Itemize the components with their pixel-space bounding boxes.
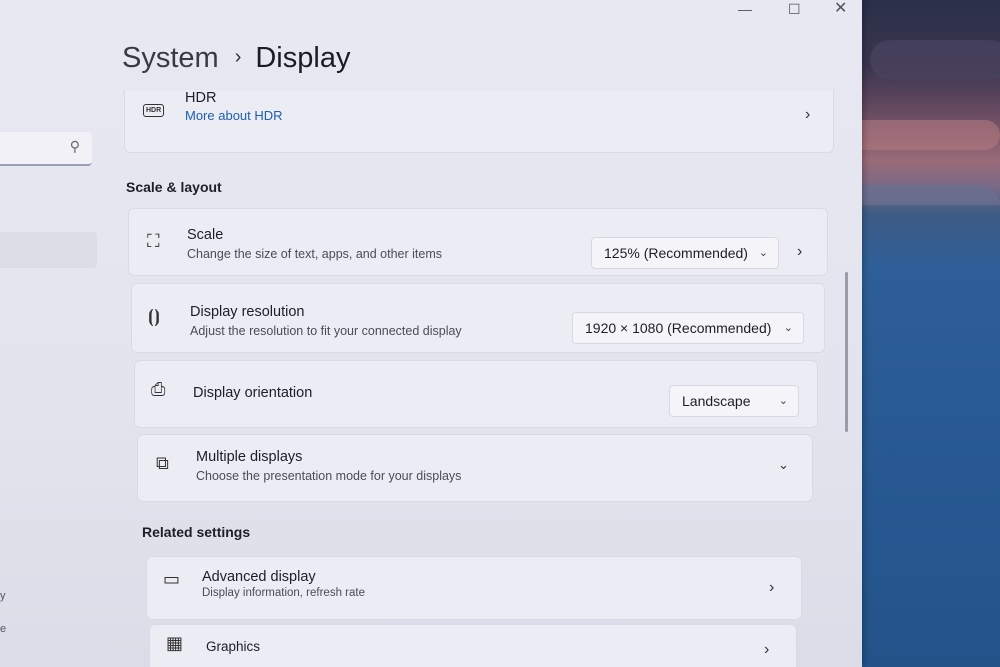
monitor-icon: ▭ [163, 569, 181, 589]
advanced-display-card[interactable]: ▭ Advanced display Display information, … [146, 556, 802, 620]
display-resolution-subtitle: Adjust the resolution to fit your connec… [190, 324, 462, 338]
chevron-down-icon: ⌄ [778, 395, 788, 407]
nav-search-input[interactable]: ⚲ [0, 132, 92, 166]
display-resolution-dropdown[interactable]: 1920 × 1080 (Recommended) ⌄ [572, 312, 804, 344]
scrollbar[interactable] [845, 272, 848, 432]
advanced-display-title: Advanced display [202, 569, 316, 585]
maximize-button[interactable]: ☐ [788, 2, 801, 16]
multiple-displays-card[interactable]: ⧉ Multiple displays Choose the presentat… [137, 434, 813, 502]
section-heading-scale-layout: Scale & layout [126, 179, 222, 195]
desktop-wallpaper [850, 0, 1000, 667]
orientation-icon: ⎙ [151, 379, 166, 399]
chevron-down-icon: ⌄ [758, 247, 768, 259]
hdr-icon: HDR [143, 96, 165, 117]
nav-item-system-selected[interactable] [0, 232, 97, 268]
chevron-right-icon: › [769, 579, 775, 596]
hdr-title: HDR [185, 90, 217, 106]
chevron-right-icon: › [797, 243, 803, 260]
advanced-display-subtitle: Display information, refresh rate [202, 587, 365, 599]
multiple-displays-subtitle: Choose the presentation mode for your di… [196, 469, 462, 483]
scale-title: Scale [187, 227, 224, 243]
scale-dropdown-value: 125% (Recommended) [604, 245, 748, 261]
scale-dropdown[interactable]: 125% (Recommended) ⌄ [591, 237, 779, 269]
display-orientation-dropdown-value: Landscape [682, 393, 751, 409]
chevron-down-icon: ⌄ [783, 322, 793, 334]
minimize-button[interactable]: — [738, 2, 752, 16]
wallpaper-cloud [850, 120, 1000, 150]
breadcrumb-parent[interactable]: System [122, 42, 219, 74]
resolution-icon: ⦗⦘ [148, 306, 160, 326]
multiple-displays-icon: ⧉ [156, 453, 169, 473]
graphics-title: Graphics [206, 639, 261, 654]
section-heading-related-settings: Related settings [142, 524, 251, 540]
search-icon: ⚲ [69, 138, 80, 154]
breadcrumb: System › Display [122, 42, 350, 75]
display-orientation-dropdown[interactable]: Landscape ⌄ [669, 385, 799, 417]
chevron-down-icon[interactable]: ⌄ [778, 457, 789, 473]
display-orientation-title: Display orientation [193, 385, 313, 401]
breadcrumb-separator: › [234, 46, 242, 68]
display-resolution-dropdown-value: 1920 × 1080 (Recommended) [585, 320, 772, 336]
display-resolution-title: Display resolution [190, 304, 305, 320]
scale-card[interactable]: ⛶ Scale Change the size of text, apps, a… [128, 208, 828, 276]
page-title: Display [255, 42, 351, 74]
nav-item-fragment[interactable]: y [0, 590, 6, 602]
hdr-more-link[interactable]: More about HDR [185, 108, 283, 123]
close-button[interactable]: ✕ [834, 1, 847, 17]
multiple-displays-title: Multiple displays [196, 449, 303, 465]
settings-window: — ☐ ✕ ⚲ y e System › Display HDR HDR More … [0, 0, 862, 667]
nav-item-fragment[interactable]: e [0, 623, 6, 635]
graphics-card-icon: ▦ [166, 633, 184, 653]
display-orientation-card[interactable]: ⎙ Display orientation Landscape ⌄ [134, 360, 818, 428]
graphics-card[interactable]: ▦ Graphics › [149, 624, 797, 667]
wallpaper-cloud [870, 40, 1000, 80]
scale-icon: ⛶ [147, 231, 160, 251]
chevron-right-icon: › [764, 641, 770, 658]
hdr-card[interactable]: HDR HDR More about HDR › [124, 90, 834, 153]
scale-subtitle: Change the size of text, apps, and other… [187, 247, 443, 261]
chevron-right-icon: › [805, 106, 811, 123]
display-resolution-card[interactable]: ⦗⦘ Display resolution Adjust the resolut… [131, 283, 825, 353]
wallpaper-mountains [850, 185, 1000, 205]
